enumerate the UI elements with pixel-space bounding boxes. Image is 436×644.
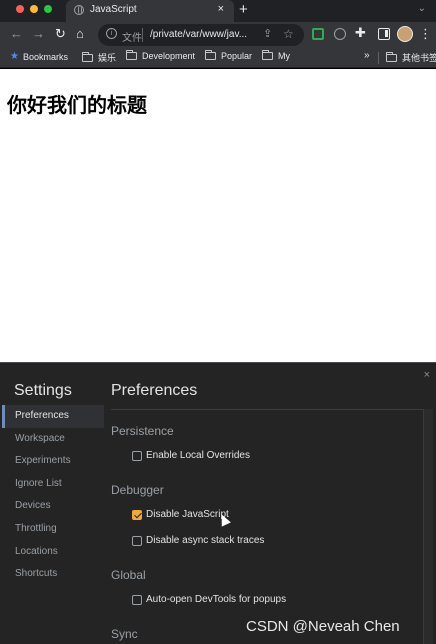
browser-toolbar: ← → ↻ ⌂ i 文件 /private/var/www/jav... ⇪ ☆…: [0, 22, 436, 48]
home-icon[interactable]: ⌂: [76, 26, 84, 42]
nav-item-preferences[interactable]: Preferences: [2, 405, 104, 428]
omnibox-divider: [142, 28, 143, 42]
bookmark-folder[interactable]: Development: [126, 50, 196, 61]
bookmark-label: Popular: [221, 51, 253, 61]
bookmarks-bar: ★ Bookmarks 娱乐 Development Popular My » …: [0, 48, 436, 68]
enable-local-overrides-checkbox[interactable]: [132, 450, 142, 461]
option-label: Disable JavaScript: [146, 509, 229, 520]
scheme-label: 文件: [122, 33, 142, 44]
tab-search-icon[interactable]: ⌄: [418, 3, 426, 14]
folder-icon: [386, 51, 397, 62]
info-icon[interactable]: i: [106, 28, 117, 39]
bookmark-label: 娱乐: [98, 53, 117, 63]
nav-item-locations[interactable]: Locations: [2, 541, 104, 564]
puzzle-icon[interactable]: ✚: [355, 25, 366, 41]
window-close-button[interactable]: [16, 5, 24, 13]
page-viewport: 你好我们的标题: [0, 69, 436, 362]
share-icon[interactable]: ⇪: [263, 27, 272, 40]
bookmark-folder[interactable]: Popular: [205, 50, 253, 61]
panel-title: Preferences: [111, 382, 198, 399]
watermark: CSDN @Neveah Chen: [246, 618, 400, 635]
bookmark-star-icon[interactable]: ☆: [283, 27, 294, 41]
other-bookmarks-folder[interactable]: 其他书签: [386, 51, 436, 64]
forward-icon[interactable]: →: [32, 26, 45, 42]
auto-open-devtools-checkbox[interactable]: [132, 594, 142, 605]
new-tab-button[interactable]: +: [239, 1, 248, 18]
disable-javascript-checkbox[interactable]: [132, 509, 142, 520]
extension-green-icon[interactable]: [312, 28, 324, 40]
page-heading: 你好我们的标题: [7, 93, 147, 117]
extension-grey-icon[interactable]: [334, 28, 346, 40]
folder-icon: [262, 50, 273, 60]
back-icon[interactable]: ←: [10, 26, 23, 42]
bookmarks-overflow-button[interactable]: »: [364, 50, 370, 61]
tab-close-icon[interactable]: ×: [218, 3, 224, 15]
section-global: Global: [111, 568, 146, 582]
auto-open-devtools-option[interactable]: Auto-open DevTools for popups: [132, 594, 286, 605]
avatar[interactable]: [397, 26, 413, 42]
bookmarks-divider: [378, 52, 379, 64]
sidepanel-icon[interactable]: [378, 28, 390, 40]
nav-item-experiments[interactable]: Experiments: [2, 450, 104, 473]
nav-item-workspace[interactable]: Workspace: [2, 428, 104, 451]
nav-item-throttling[interactable]: Throttling: [2, 518, 104, 541]
active-tab[interactable]: JavaScript ×: [66, 0, 234, 22]
section-persistence: Persistence: [111, 424, 174, 438]
window-zoom-button[interactable]: [44, 5, 52, 13]
settings-title: Settings: [14, 382, 72, 399]
bookmark-label: 其他书签: [402, 53, 436, 63]
bookmark-label: Development: [142, 51, 196, 61]
bookmark-folder[interactable]: 娱乐: [82, 51, 116, 64]
disable-async-stack-traces-checkbox[interactable]: [132, 535, 142, 546]
folder-icon: [126, 50, 137, 60]
nav-item-shortcuts[interactable]: Shortcuts: [2, 563, 104, 586]
option-label: Enable Local Overrides: [146, 450, 250, 461]
option-label: Auto-open DevTools for popups: [146, 594, 287, 605]
nav-item-ignore-list[interactable]: Ignore List: [2, 473, 104, 496]
tab-title: JavaScript: [90, 4, 137, 15]
option-label: Disable async stack traces: [146, 535, 265, 546]
folder-icon: [82, 51, 93, 62]
window-minimize-button[interactable]: [30, 5, 38, 13]
section-sync: Sync: [111, 627, 138, 641]
url-text[interactable]: /private/var/www/jav...: [150, 29, 247, 40]
devtools-settings-panel: × Settings Preferences Workspace Experim…: [0, 362, 436, 644]
bookmark-folder[interactable]: My: [262, 50, 290, 61]
nav-item-devices[interactable]: Devices: [2, 495, 104, 518]
disable-javascript-option[interactable]: Disable JavaScript: [132, 509, 229, 520]
kebab-menu-icon[interactable]: ⋮: [419, 26, 432, 42]
enable-local-overrides-option[interactable]: Enable Local Overrides: [132, 450, 250, 461]
globe-icon: [74, 5, 84, 15]
scrollbar[interactable]: [423, 409, 433, 644]
folder-icon: [205, 50, 216, 60]
address-bar[interactable]: i 文件 /private/var/www/jav... ⇪ ☆: [98, 24, 304, 46]
divider: [111, 409, 423, 410]
bookmark-label: My: [278, 51, 290, 61]
reload-icon[interactable]: ↻: [55, 26, 66, 42]
disable-async-stack-traces-option[interactable]: Disable async stack traces: [132, 535, 264, 546]
settings-nav: Preferences Workspace Experiments Ignore…: [2, 405, 104, 586]
star-icon: ★: [10, 51, 19, 62]
section-debugger: Debugger: [111, 483, 164, 497]
bookmark-label: Bookmarks: [22, 51, 68, 62]
close-icon[interactable]: ×: [424, 369, 430, 381]
bookmark-item[interactable]: ★ Bookmarks: [10, 51, 68, 62]
tab-strip: JavaScript × + ⌄: [0, 0, 436, 22]
